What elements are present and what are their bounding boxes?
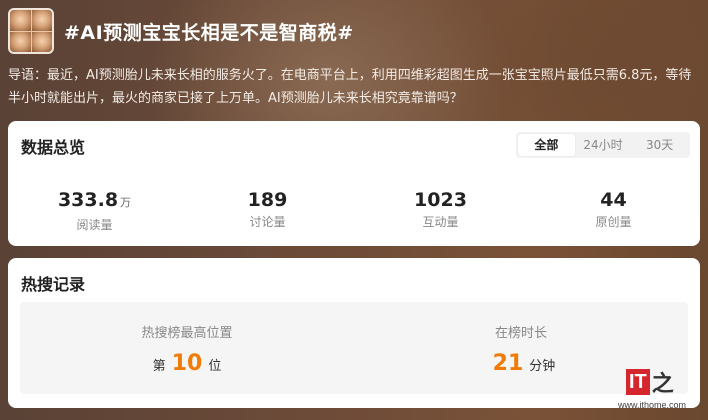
duration-label: 在榜时长 — [494, 326, 547, 341]
topic-title: #AI预测宝宝长相是不是智商税# — [64, 22, 354, 44]
stat-number: 189 — [247, 189, 288, 211]
ithome-watermark: IT 之 www.ithome.com — [618, 366, 696, 410]
thumbnail-face — [10, 10, 31, 31]
stat-value: 44 — [527, 189, 700, 211]
thumbnail-face — [31, 10, 52, 31]
topic-intro: 导语：最近，AI预测胎儿未来长相的服务火了。在电商平台上，利用四维彩超图生成一张… — [8, 68, 692, 106]
rank-suffix: 位 — [208, 359, 222, 374]
time-range-switch: 全部 24小时 30天 — [516, 132, 690, 158]
ithome-logo-char: 之 — [651, 372, 674, 397]
stat-number: 1023 — [414, 189, 467, 211]
stat-read: 333.8 万 阅读量 — [8, 189, 181, 233]
data-overview-card: 数据总览 全部 24小时 30天 333.8 万 阅读量 189 讨论量 1023… — [8, 121, 700, 246]
stat-number: 44 — [600, 189, 627, 211]
highest-rank-label: 热搜榜最高位置 — [141, 326, 233, 341]
data-overview-title: 数据总览 — [21, 138, 86, 157]
duration-number: 21 — [492, 351, 524, 376]
thumbnail-face — [31, 31, 52, 52]
stat-number: 333.8 — [57, 189, 119, 211]
highest-rank: 热搜榜最高位置 第 10 位 — [20, 302, 354, 394]
stat-value: 333.8 万 — [8, 189, 181, 214]
stat-discussion: 189 讨论量 — [181, 189, 354, 233]
stats-row: 333.8 万 阅读量 189 讨论量 1023 互动量 44 原创量 — [8, 189, 700, 233]
rank-prefix: 第 — [152, 359, 166, 374]
hot-search-panel: 热搜榜最高位置 第 10 位 在榜时长 21 分钟 — [20, 302, 688, 394]
duration-suffix: 分钟 — [529, 359, 556, 374]
topic-header: #AI预测宝宝长相是不是智商税# — [8, 8, 698, 58]
ithome-url: www.ithome.com — [618, 400, 687, 410]
tab-all[interactable]: 全部 — [518, 134, 575, 156]
hot-search-title: 热搜记录 — [21, 275, 86, 294]
stat-label: 讨论量 — [249, 215, 286, 229]
ithome-logo-mark: IT — [626, 369, 650, 395]
stat-label: 原创量 — [595, 215, 632, 229]
stat-interaction: 1023 互动量 — [354, 189, 527, 233]
stat-value: 189 — [181, 189, 354, 211]
tab-30d[interactable]: 30天 — [631, 134, 688, 156]
topic-thumbnail[interactable] — [8, 8, 54, 54]
stat-original: 44 原创量 — [527, 189, 700, 233]
stat-value: 1023 — [354, 189, 527, 211]
highest-rank-value-line: 第 10 位 — [20, 351, 354, 376]
hot-search-card: 热搜记录 热搜榜最高位置 第 10 位 在榜时长 21 分钟 — [8, 258, 700, 408]
thumbnail-face — [10, 31, 31, 52]
ithome-logo: IT 之 — [626, 366, 674, 398]
rank-number: 10 — [171, 351, 203, 376]
stat-label: 阅读量 — [76, 218, 113, 232]
stat-label: 互动量 — [422, 215, 459, 229]
stat-unit: 万 — [120, 196, 132, 209]
tab-24h[interactable]: 24小时 — [575, 134, 632, 156]
